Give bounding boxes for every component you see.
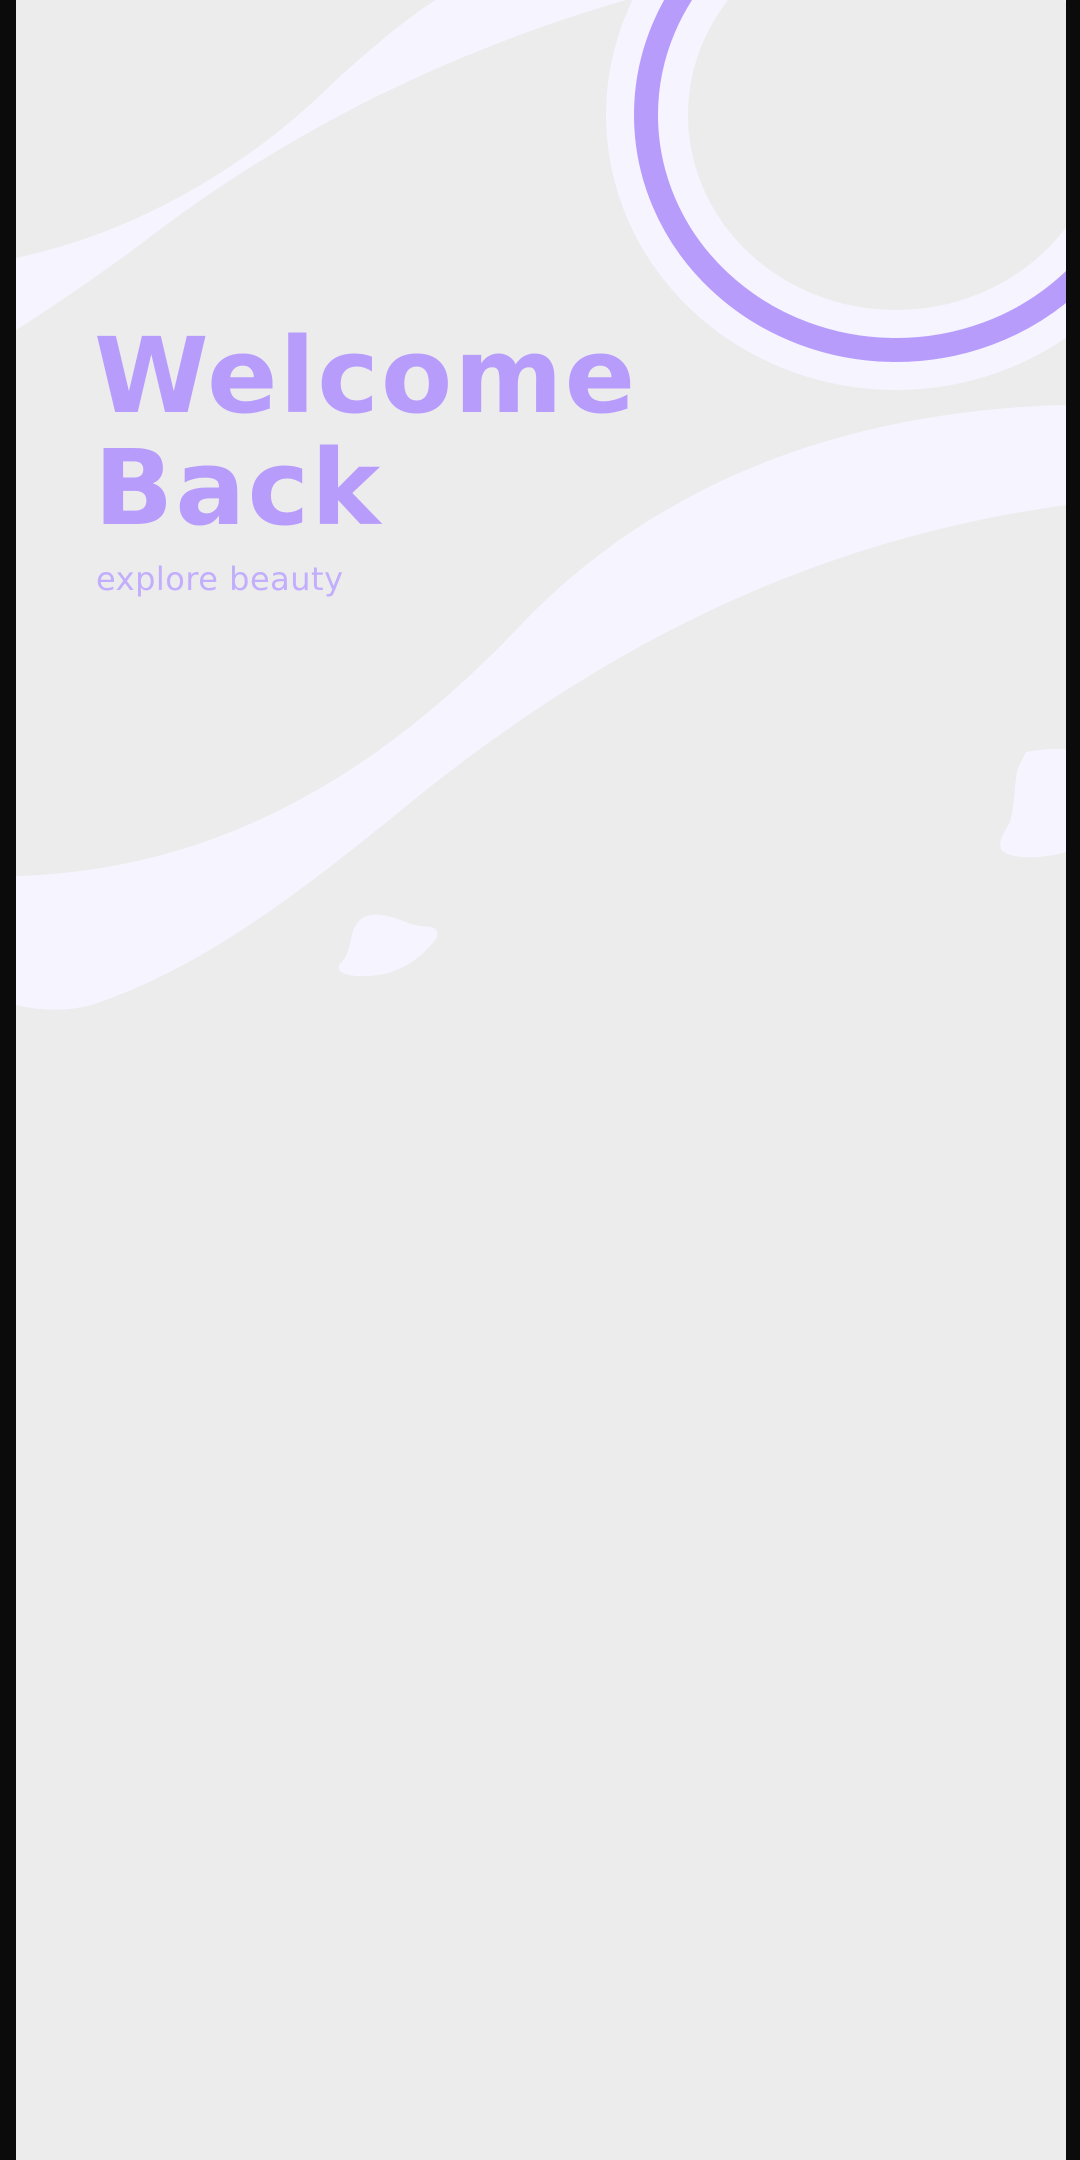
page-title-line-1: Welcome bbox=[94, 315, 638, 437]
device-frame-right bbox=[1066, 0, 1080, 2160]
page-title-line-2: Back bbox=[94, 427, 383, 549]
page-subtitle: explore beauty bbox=[96, 560, 344, 598]
droplet-left bbox=[338, 914, 438, 977]
wave-top-left bbox=[16, 0, 626, 330]
device-frame-left bbox=[0, 0, 16, 2160]
droplet-right bbox=[1000, 748, 1066, 858]
page-title: Welcome Back bbox=[94, 320, 637, 544]
welcome-screen: Welcome Back explore beauty bbox=[16, 0, 1066, 2160]
